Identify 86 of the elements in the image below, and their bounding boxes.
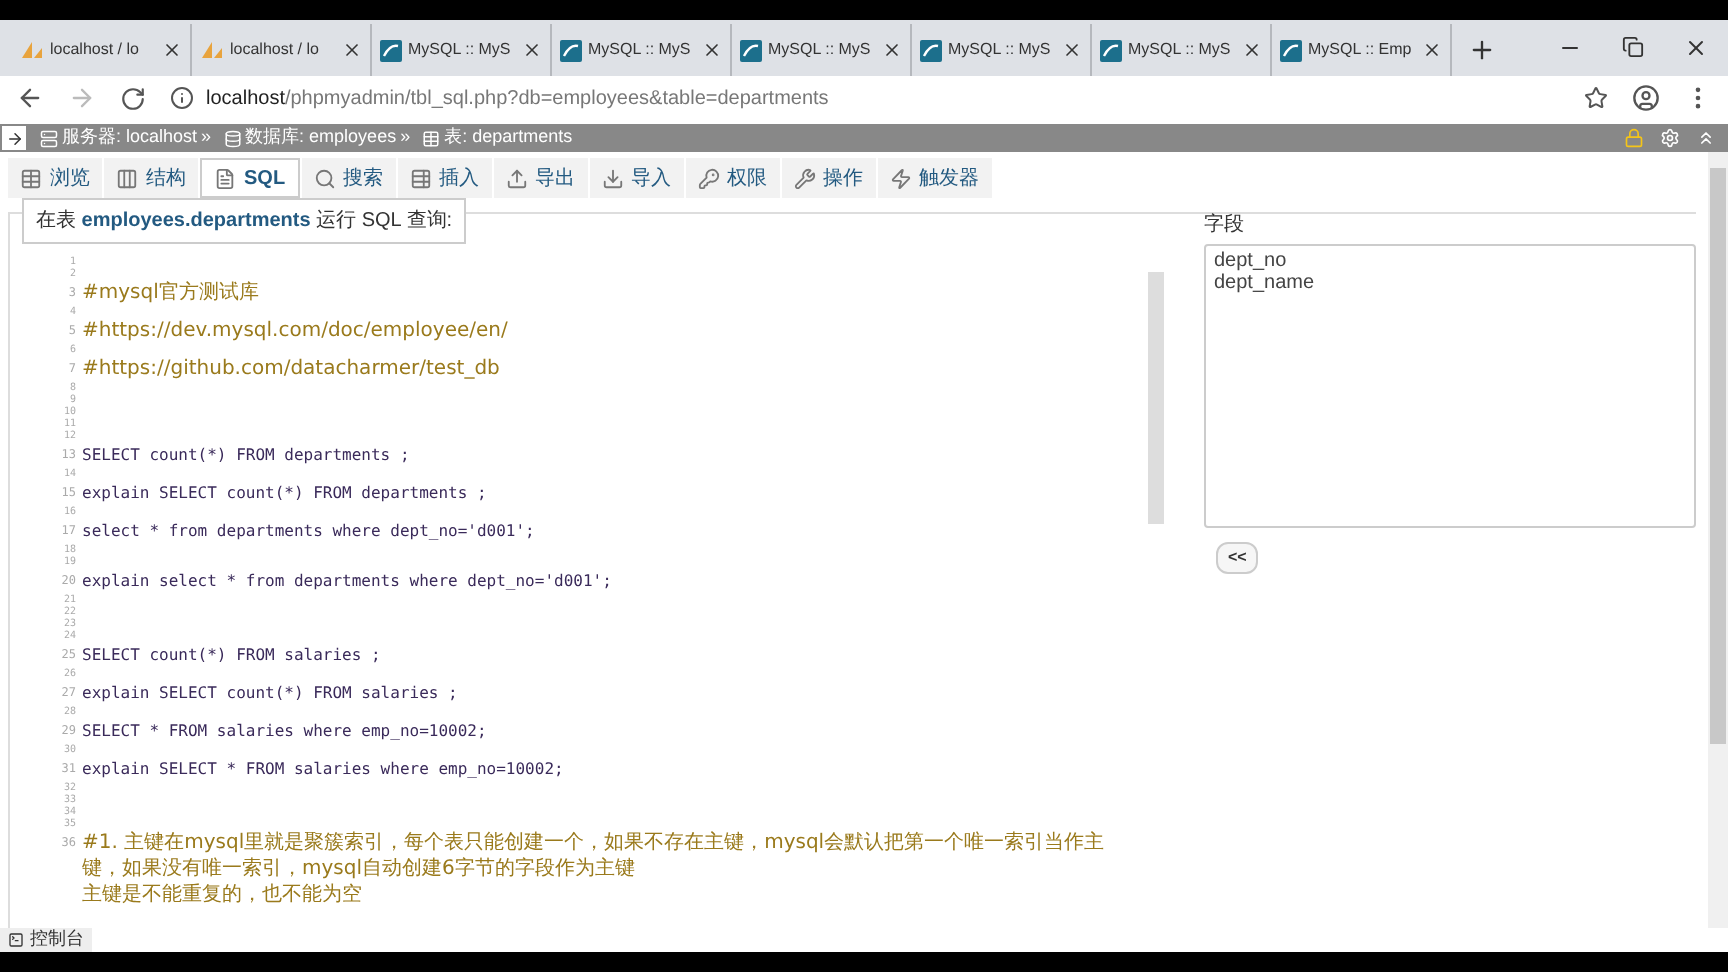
- code-line: explain SELECT count(*) FROM salaries ;: [82, 682, 460, 706]
- collapse-icon[interactable]: [1696, 128, 1716, 148]
- sailboat-icon: [20, 40, 44, 60]
- info-icon[interactable]: [170, 86, 194, 110]
- code-line: explain select * from departments where dept_no='d001';: [82, 570, 614, 594]
- arrow-icon[interactable]: [5, 129, 23, 147]
- sql-icon: [214, 167, 236, 189]
- code-line: select * from departments where dept_no='d001';: [82, 520, 537, 544]
- sailboat-icon: [200, 40, 224, 60]
- tab-title: MySQL :: MyS: [588, 38, 693, 62]
- breadcrumb-icon: [40, 129, 58, 147]
- insert-icon: [409, 167, 432, 189]
- toolbar-tab[interactable]: 插入: [397, 158, 492, 198]
- console-tab[interactable]: 控制台: [0, 928, 92, 952]
- field-option[interactable]: dept_no: [1214, 250, 1686, 272]
- toolbar-tab[interactable]: 操作: [781, 158, 876, 198]
- dolphin-icon: [380, 39, 402, 61]
- toolbar-tab[interactable]: 结构: [104, 158, 198, 198]
- field-option[interactable]: dept_name: [1214, 272, 1686, 294]
- breadcrumb-link[interactable]: 表: departments: [444, 124, 573, 152]
- breadcrumb-link[interactable]: 服务器: localhost: [62, 124, 198, 152]
- close-icon[interactable]: [1242, 40, 1262, 60]
- tab-title: MySQL :: MyS: [948, 38, 1053, 62]
- code-comment: #https://dev.mysql.com/doc/employee/en/: [82, 318, 510, 344]
- close-icon[interactable]: [522, 40, 542, 60]
- toolbar-tab[interactable]: 导入: [589, 158, 684, 198]
- reload-icon[interactable]: [120, 85, 146, 111]
- settings-icon[interactable]: [1660, 128, 1680, 148]
- code-line: SELECT count(*) FROM departments ;: [82, 444, 412, 468]
- structure-icon: [116, 167, 138, 189]
- page-scrollbar[interactable]: [1708, 152, 1728, 928]
- code-line: SELECT count(*) FROM salaries ;: [82, 644, 383, 668]
- terminal-icon: [8, 932, 24, 948]
- tab-title: MySQL :: MyS: [408, 38, 513, 62]
- toolbar-tab[interactable]: 浏览: [8, 158, 102, 198]
- close-icon[interactable]: [1422, 40, 1442, 60]
- fields-legend: 字段: [1204, 210, 1696, 240]
- toolbar-tab[interactable]: SQL: [200, 158, 300, 198]
- code-comment: #1. 主键在mysql里就是聚簇索引，每个表只能创建一个，如果不存在主键，mysql会默认把第一个唯一索引当作主键，如果没有唯一索引，mysql自动创建6字节的字段作为主键: [82, 830, 1107, 882]
- dolphin-icon: [920, 39, 942, 61]
- toolbar-tab[interactable]: 导出: [493, 158, 588, 198]
- insert-field-button[interactable]: <<: [1216, 542, 1259, 574]
- close-icon[interactable]: [882, 40, 902, 60]
- dolphin-icon: [1280, 39, 1302, 61]
- restore-icon[interactable]: [1622, 36, 1644, 58]
- toolbar-tab[interactable]: 搜索: [301, 158, 396, 198]
- toolbar-tab[interactable]: 权限: [685, 158, 780, 198]
- breadcrumb-icon: [223, 129, 242, 147]
- breadcrumb-separator: »: [201, 124, 212, 151]
- import-icon: [601, 167, 624, 189]
- tab-title: MySQL :: MyS: [768, 38, 873, 62]
- code-line: explain SELECT count(*) FROM departments ;: [82, 482, 489, 506]
- breadcrumb-separator: »: [400, 124, 411, 151]
- triggers-icon: [889, 167, 912, 189]
- close-icon[interactable]: [1684, 36, 1708, 60]
- search-icon: [313, 167, 336, 189]
- tab-title: localhost / lo: [50, 38, 141, 62]
- account-icon[interactable]: [1632, 84, 1660, 112]
- browse-icon: [20, 167, 42, 189]
- close-icon[interactable]: [342, 40, 362, 60]
- code-comment: 主键是不能重复的，也不能为空: [82, 882, 364, 908]
- editor-scrollbar[interactable]: [1148, 272, 1164, 524]
- dolphin-icon: [560, 39, 582, 61]
- toolbar-tab[interactable]: 触发器: [877, 158, 992, 198]
- tab-title: MySQL :: Emp: [1308, 38, 1414, 62]
- close-icon[interactable]: [162, 40, 182, 60]
- breadcrumb-icon: [422, 129, 441, 147]
- privileges-icon: [697, 167, 720, 189]
- code-line: SELECT * FROM salaries where emp_no=10002;: [82, 720, 489, 744]
- code-comment: #https://github.com/datacharmer/test_db: [82, 356, 502, 382]
- back-icon[interactable]: [16, 84, 44, 112]
- export-icon: [505, 167, 528, 189]
- code-comment: #mysql官方测试库: [82, 280, 261, 306]
- dolphin-icon: [1100, 39, 1122, 61]
- operations-icon: [793, 167, 816, 189]
- tab-title: localhost / lo: [230, 38, 321, 62]
- close-icon[interactable]: [702, 40, 722, 60]
- tab-title: MySQL :: MyS: [1128, 38, 1233, 62]
- breadcrumb-link[interactable]: 数据库: employees: [245, 124, 397, 152]
- new-tab-icon[interactable]: [1468, 36, 1496, 64]
- close-icon[interactable]: [1062, 40, 1082, 60]
- dolphin-icon: [740, 39, 762, 61]
- fields-list[interactable]: dept_no dept_name: [1204, 244, 1696, 528]
- code-line: explain SELECT * FROM salaries where emp_no=10002;: [82, 758, 566, 782]
- query-legend: 在表 employees.departments 运行 SQL 查询:: [22, 198, 467, 244]
- bookmark-star-icon[interactable]: [1584, 86, 1608, 110]
